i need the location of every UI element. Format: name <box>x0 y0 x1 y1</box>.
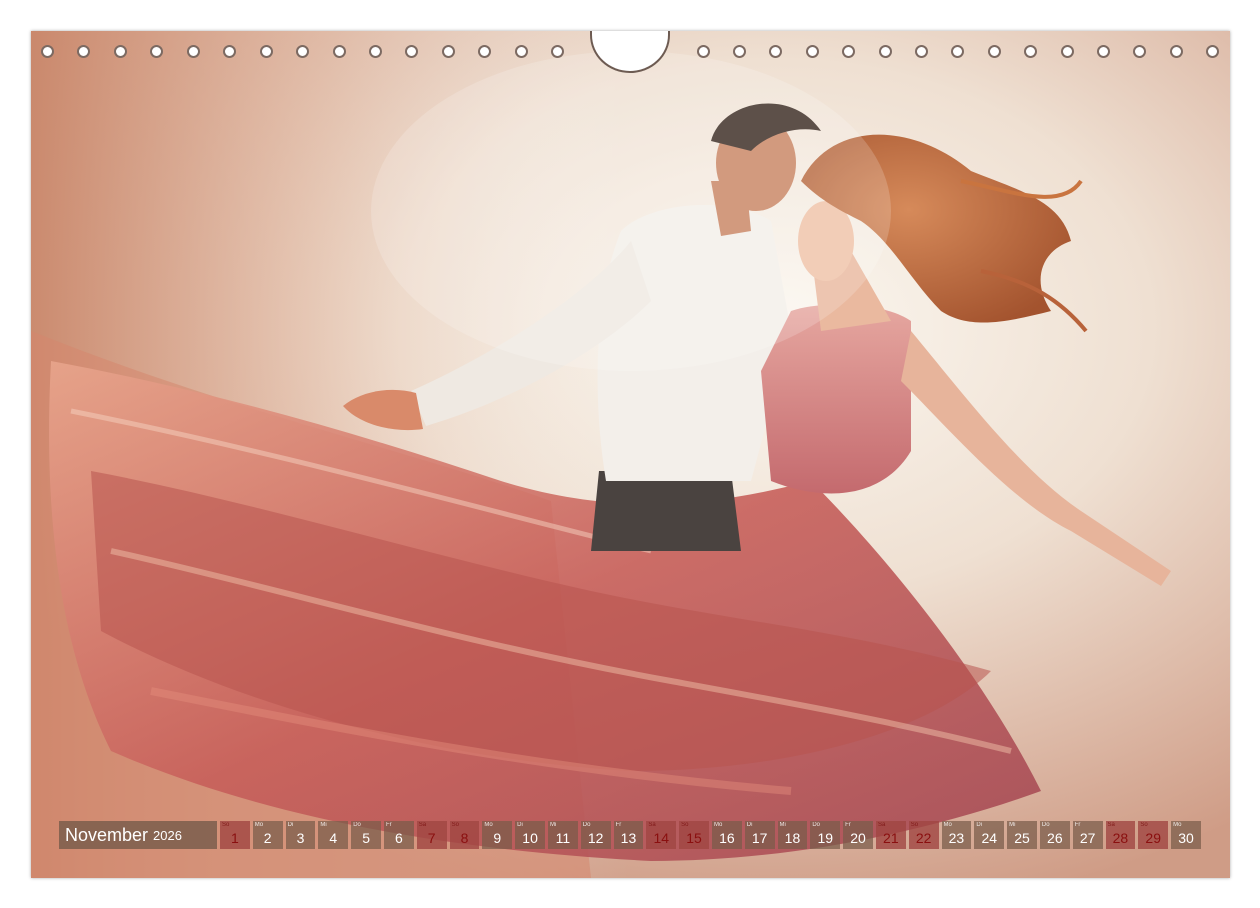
day-cell: So 15 <box>679 821 709 849</box>
day-cell: Mo 9 <box>482 821 513 849</box>
day-number: 20 <box>850 830 866 846</box>
weekday-abbr: Fr <box>845 822 851 828</box>
day-cell: Mi 25 <box>1007 821 1037 849</box>
day-number: 24 <box>981 830 998 846</box>
weekday-abbr: Sa <box>1107 822 1115 828</box>
painting-dancing-couple <box>31 31 1230 878</box>
day-number: 22 <box>915 830 932 846</box>
day-cell: Mi 4 <box>318 821 349 849</box>
day-cell: Di 3 <box>285 821 316 849</box>
weekday-abbr: So <box>910 822 919 828</box>
day-cell: Mi 18 <box>777 821 808 849</box>
weekday-abbr: Do <box>582 822 591 828</box>
weekday-abbr: Mi <box>549 822 557 828</box>
day-cell: Sa 28 <box>1105 821 1136 849</box>
weekday-abbr: So <box>1140 822 1148 828</box>
day-cell: Do 26 <box>1039 821 1070 849</box>
weekday-abbr: Mi <box>1009 822 1016 828</box>
day-cell: Do 5 <box>351 821 381 849</box>
weekday-abbr: Di <box>976 822 982 828</box>
day-cell: Do 12 <box>580 821 611 849</box>
day-number: 30 <box>1178 830 1194 846</box>
day-cell: Fr 20 <box>843 821 873 849</box>
day-cell: So 8 <box>449 821 480 849</box>
day-cell: Di 24 <box>974 821 1005 849</box>
weekday-abbr: Di <box>287 822 294 828</box>
day-number: 21 <box>883 830 899 846</box>
day-cell: Sa 7 <box>416 821 447 849</box>
day-cell: Sa 14 <box>646 821 677 849</box>
day-number: 26 <box>1047 830 1063 846</box>
weekday-abbr: Sa <box>418 822 427 828</box>
weekday-abbr: Mo <box>713 822 723 828</box>
day-number: 23 <box>948 830 965 846</box>
day-number: 8 <box>460 830 469 846</box>
weekday-abbr: Fr <box>385 822 392 828</box>
weekday-abbr: Di <box>746 822 753 828</box>
day-number: 7 <box>427 830 436 846</box>
weekday-abbr: Di <box>517 822 523 828</box>
day-number: 17 <box>751 830 768 846</box>
day-cell: Sa 21 <box>875 821 906 849</box>
weekday-abbr: Sa <box>877 822 886 828</box>
day-number: 28 <box>1112 830 1129 846</box>
weekday-abbr: Sa <box>648 822 656 828</box>
weekday-abbr: Mi <box>320 822 327 828</box>
year-label: 2026 <box>153 827 182 843</box>
day-number: 25 <box>1014 830 1030 846</box>
day-number: 27 <box>1079 830 1096 846</box>
day-cell: So 1 <box>220 821 250 849</box>
day-number: 15 <box>686 830 702 846</box>
day-number: 12 <box>587 830 604 846</box>
day-number: 11 <box>555 830 571 846</box>
day-number: 3 <box>296 830 305 846</box>
weekday-abbr: Mo <box>1173 822 1182 828</box>
calendar-strip: November 2026 So 1 Mo 2 Di 3 Mi 4 Do 5 Fr 6 Sa 7 So 8 Mo… <box>59 821 1201 849</box>
day-number: 6 <box>394 830 403 846</box>
day-number: 14 <box>653 830 670 846</box>
day-number: 29 <box>1145 830 1161 846</box>
weekday-abbr: Do <box>353 822 361 828</box>
day-cell: Fr 27 <box>1072 821 1103 849</box>
calendar-page <box>31 31 1230 878</box>
day-cell: Mo 30 <box>1171 821 1201 849</box>
weekday-abbr: Do <box>812 822 821 828</box>
day-number: 10 <box>522 830 538 846</box>
day-cell: Fr 6 <box>383 821 414 849</box>
day-number: 1 <box>231 830 239 846</box>
day-cell: Di 10 <box>515 821 545 849</box>
day-cell: Mo 2 <box>252 821 283 849</box>
day-cell: So 29 <box>1138 821 1169 849</box>
day-cell: Di 17 <box>744 821 775 849</box>
day-number: 9 <box>493 830 502 846</box>
day-number: 16 <box>719 830 735 846</box>
day-cell: So 22 <box>908 821 939 849</box>
day-number: 19 <box>817 830 834 846</box>
weekday-abbr: Mo <box>484 822 493 828</box>
weekday-abbr: Do <box>1041 822 1050 828</box>
weekday-abbr: So <box>451 822 459 828</box>
weekday-abbr: So <box>222 822 230 828</box>
weekday-abbr: Fr <box>1074 822 1081 828</box>
day-number: 4 <box>329 830 338 846</box>
day-number: 18 <box>784 830 801 846</box>
month-label-box: November 2026 <box>59 821 217 849</box>
day-number: 5 <box>362 830 370 846</box>
weekday-abbr: Mo <box>943 822 952 828</box>
month-name: November <box>65 824 149 845</box>
day-cell: Do 19 <box>810 821 841 849</box>
weekday-abbr: Mi <box>779 822 786 828</box>
day-cell: Mo 23 <box>941 821 972 849</box>
day-cell: Mo 16 <box>711 821 742 849</box>
weekday-abbr: Fr <box>615 822 622 828</box>
weekday-abbr: So <box>681 822 689 828</box>
day-number: 13 <box>620 830 637 846</box>
day-number: 2 <box>263 830 272 846</box>
day-cell: Fr 13 <box>613 821 644 849</box>
weekday-abbr: Mo <box>254 822 264 828</box>
day-cell: Mi 11 <box>547 821 578 849</box>
